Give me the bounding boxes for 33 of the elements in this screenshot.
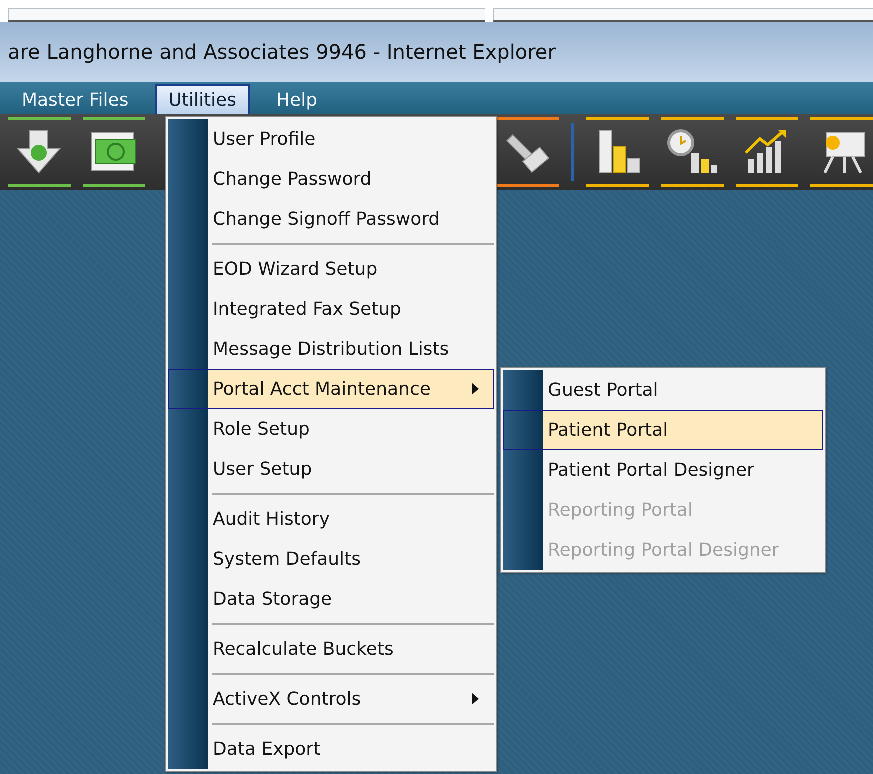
toolbar-separator (571, 123, 574, 181)
menu-entry[interactable]: Patient Portal (503, 410, 823, 450)
tab-bar[interactable] (492, 8, 873, 22)
submenu-arrow-icon (472, 383, 479, 395)
menu-entry[interactable]: Message Distribution Lists (168, 329, 494, 369)
submenu-arrow-icon (472, 693, 479, 705)
menu-entry[interactable]: Integrated Fax Setup (168, 289, 494, 329)
menu-entry[interactable]: Recalculate Buckets (168, 629, 494, 669)
window-title: are Langhorne and Associates 9946 - Internet Explorer (8, 40, 556, 64)
menu-entry[interactable]: System Defaults (168, 539, 494, 579)
menu-item[interactable]: Help (262, 84, 332, 114)
menu-entry[interactable]: Audit History (168, 499, 494, 539)
menu-entry[interactable]: Guest Portal (503, 370, 823, 410)
menu-entry[interactable]: ActiveX Controls (168, 679, 494, 719)
menu-entry[interactable]: EOD Wizard Setup (168, 249, 494, 289)
menu-item[interactable]: Utilities (154, 84, 250, 114)
toolbar-button[interactable] (82, 117, 146, 187)
menu-entry[interactable]: Patient Portal Designer (503, 450, 823, 490)
menu-item[interactable]: Master Files (8, 84, 143, 114)
address-bar[interactable] (8, 8, 485, 22)
menu-entry[interactable]: Role Setup (168, 409, 494, 449)
menu-entry[interactable]: Portal Acct Maintenance (168, 369, 494, 409)
toolbar-button[interactable] (586, 117, 649, 187)
toolbar-button[interactable] (8, 117, 71, 187)
menu-entry[interactable]: Change Password (168, 159, 494, 199)
toolbar-button[interactable] (660, 117, 724, 187)
menu-entry[interactable]: User Profile (168, 119, 494, 159)
toolbar-button[interactable] (810, 117, 873, 187)
menu-entry[interactable]: Data Export (168, 729, 494, 769)
menu-entry[interactable]: Data Storage (168, 579, 494, 619)
menu-entry[interactable]: User Setup (168, 449, 494, 489)
toolbar-button[interactable] (736, 117, 798, 187)
menu-entry[interactable]: Change Signoff Password (168, 199, 494, 239)
